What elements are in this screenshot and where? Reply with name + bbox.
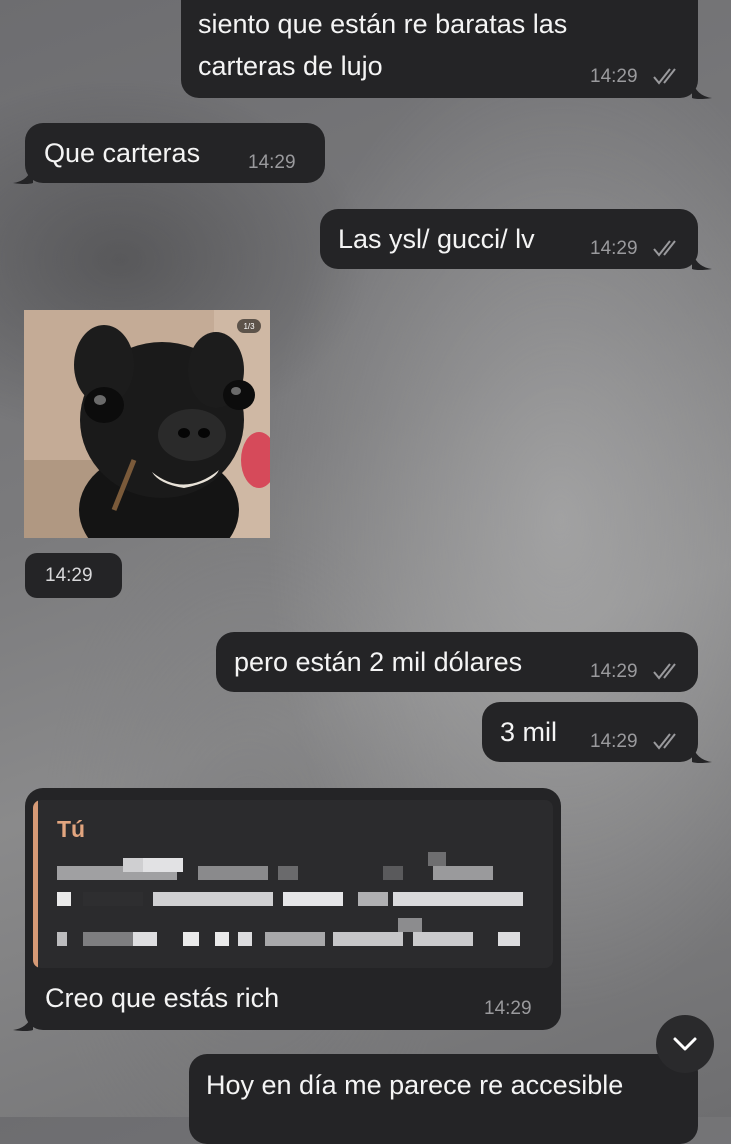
message-bubble-outgoing[interactable]: 3 mil 14:29 [482, 702, 698, 762]
message-time: 14:29 [590, 661, 638, 682]
message-text: Hoy en día me parece re accesible [206, 1070, 624, 1100]
message-text: 3 mil [500, 717, 558, 747]
message-text: Que carteras [44, 138, 201, 168]
chevron-down-icon [673, 1037, 697, 1051]
double-check-icon [653, 663, 676, 680]
bubble-tail [13, 165, 33, 184]
message-bubble-outgoing[interactable]: pero están 2 mil dólares 14:29 [216, 632, 698, 692]
reply-quote[interactable]: Tú [33, 800, 553, 968]
message-time: 14:29 [248, 152, 296, 173]
message-text: Las ysl/ gucci/ lv [338, 224, 535, 254]
message-bubble-outgoing[interactable]: Las ysl/ gucci/ lv 14:29 [320, 209, 698, 269]
message-text-line: siento que están re baratas las [198, 9, 568, 39]
double-check-icon [653, 68, 676, 85]
message-text: Creo que estás rich [45, 983, 280, 1013]
quote-accent-bar [33, 800, 38, 968]
message-bubble-outgoing[interactable]: Hoy en día me parece re accesible [189, 1054, 698, 1144]
photo-counter: 1/3 [243, 322, 255, 331]
photo-time-badge: 14:29 [25, 553, 122, 598]
message-text: pero están 2 mil dólares [234, 647, 523, 677]
scroll-to-bottom-button[interactable] [656, 1015, 714, 1073]
message-time: 14:29 [590, 731, 638, 752]
bubble-tail [692, 744, 712, 763]
double-check-icon [653, 240, 676, 257]
bubble-tail [692, 80, 712, 99]
dog-photo: 1/3 [24, 310, 270, 538]
message-time: 14:29 [590, 238, 638, 259]
message-bubble-incoming[interactable]: Que carteras 14:29 [25, 123, 325, 183]
message-time: 14:29 [484, 998, 532, 1019]
bubble-tail [692, 251, 712, 270]
message-bubble-outgoing[interactable]: siento que están re baratas las carteras… [181, 0, 698, 98]
message-time: 14:29 [590, 66, 638, 87]
quote-author: Tú [57, 816, 86, 842]
photo-message[interactable]: 1/3 [24, 310, 270, 538]
message-text-line: carteras de lujo [198, 51, 383, 81]
double-check-icon [653, 733, 676, 750]
bubble-tail [13, 1012, 33, 1031]
message-time: 14:29 [45, 565, 93, 586]
